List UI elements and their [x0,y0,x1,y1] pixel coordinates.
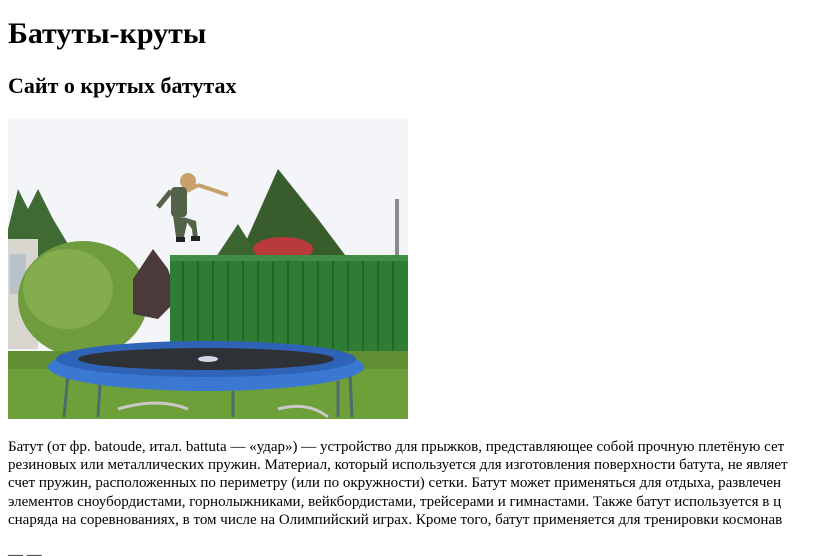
truncated-text: — — [8,547,42,556]
page-title: Батуты-круты [8,17,207,50]
article-text: Батут (от фр. batoude, итал. battuta — «… [8,438,834,529]
article-line: счет пружин, расположенных по периметру … [8,475,782,492]
trampoline-photo [8,119,408,419]
article-line: резиновых или металлических пружин. Мате… [8,457,788,474]
article-line: Батут (от фр. batoude, итал. battuta — «… [8,439,785,455]
article-line: снаряда на соревнованиях, в том числе на… [8,511,783,528]
page-subtitle: Сайт о крутых батутах [8,73,237,98]
article-line: элементов сноубордистами, горнолыжниками… [8,493,782,510]
